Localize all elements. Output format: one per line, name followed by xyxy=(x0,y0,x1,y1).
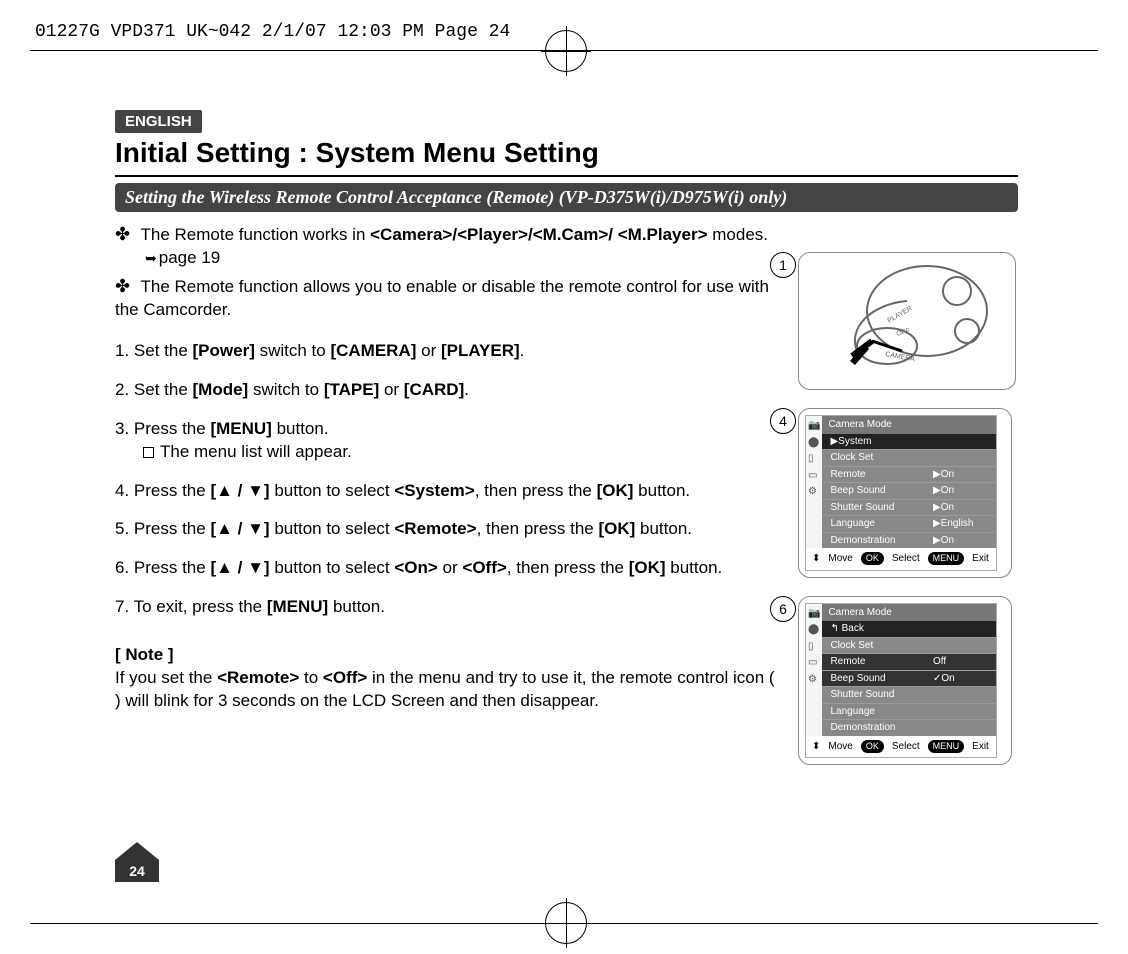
camera-mode-icon: 📷 xyxy=(808,419,820,433)
menu-row: Beep Sound▶On xyxy=(822,482,996,499)
video-icon: ▯ xyxy=(808,452,820,466)
ok-pill: OK xyxy=(861,740,884,753)
tool-icon: ⬤ xyxy=(808,436,820,450)
intro-line-1: ✤ The Remote function works in <Camera>/… xyxy=(115,222,778,270)
lcd-screen-system-menu: 📷 ⬤ ▯ ▭ ⚙ Camera Mode ▶System Clock Set xyxy=(805,415,997,571)
step-6: 6. Press the [▲ / ▼] button to select <O… xyxy=(115,557,778,580)
intro-line-2: ✤ The Remote function allows you to enab… xyxy=(115,274,778,322)
lcd-breadcrumb: ↰ Back xyxy=(822,621,996,637)
figure-column: 1 xyxy=(798,222,1018,783)
camera-mode-icon: 📷 xyxy=(808,607,820,621)
lcd-footer: ⬍ Move OK Select MENU Exit xyxy=(806,736,996,758)
gear-icon: ⚙ xyxy=(808,673,820,687)
display-icon: ▭ xyxy=(808,656,820,670)
updown-icon: ⬍ xyxy=(812,740,820,754)
registration-mark-icon xyxy=(545,30,587,72)
step-2: 2. Set the [Mode] switch to [TAPE] or [C… xyxy=(115,379,778,402)
figure-number: 4 xyxy=(770,408,796,434)
step-3: 3. Press the [MENU] button. The menu lis… xyxy=(115,418,778,464)
menu-row: Clock Set xyxy=(822,637,996,654)
language-badge: ENGLISH xyxy=(115,110,202,133)
dial-label-player: PLAYER xyxy=(887,305,914,325)
ok-pill: OK xyxy=(861,552,884,565)
menu-row: Language▶English xyxy=(822,515,996,532)
updown-icon: ⬍ xyxy=(812,552,820,566)
section-subhead: Setting the Wireless Remote Control Acce… xyxy=(115,183,1018,212)
lcd-breadcrumb: ▶System xyxy=(822,434,996,450)
registration-mark-icon xyxy=(545,902,587,944)
menu-icon-column: 📷 ⬤ ▯ ▭ ⚙ xyxy=(806,604,822,736)
figure-6: 6 📷 ⬤ ▯ ▭ ⚙ xyxy=(798,596,1018,766)
divider xyxy=(115,175,1018,177)
page-title: Initial Setting : System Menu Setting xyxy=(115,137,1018,169)
note-body: If you set the <Remote> to <Off> in the … xyxy=(115,667,778,713)
lcd-title: Camera Mode xyxy=(822,604,996,622)
print-slug: 01227G VPD371 UK~042 2/1/07 12:03 PM Pag… xyxy=(35,22,510,42)
camera-power-switch-illustration: PLAYER OFF CAMERA xyxy=(817,261,997,381)
lcd-title: Camera Mode xyxy=(822,416,996,434)
menu-row: Shutter Sound xyxy=(822,686,996,703)
page-number-badge: 24 xyxy=(115,854,159,884)
step-1: 1. Set the [Power] switch to [CAMERA] or… xyxy=(115,340,778,363)
lcd-footer: ⬍ Move OK Select MENU Exit xyxy=(806,548,996,570)
step-7: 7. To exit, press the [MENU] button. xyxy=(115,596,778,619)
figure-4: 4 📷 ⬤ ▯ ▭ ⚙ xyxy=(798,408,1018,578)
tool-icon: ⬤ xyxy=(808,623,820,637)
lcd-screen-remote-submenu: 📷 ⬤ ▯ ▭ ⚙ Camera Mode ↰ Back Clock SetR xyxy=(805,603,997,759)
gear-icon: ⚙ xyxy=(808,485,820,499)
step-4: 4. Press the [▲ / ▼] button to select <S… xyxy=(115,480,778,503)
menu-pill: MENU xyxy=(928,552,965,565)
body-text-column: ✤ The Remote function works in <Camera>/… xyxy=(115,222,778,783)
menu-row: Demonstration▶On xyxy=(822,532,996,549)
display-icon: ▭ xyxy=(808,469,820,483)
menu-row: Demonstration xyxy=(822,719,996,736)
menu-icon-column: 📷 ⬤ ▯ ▭ ⚙ xyxy=(806,416,822,548)
figure-number: 6 xyxy=(770,596,796,622)
menu-row: Beep Sound✓On xyxy=(822,670,996,687)
figure-1: 1 xyxy=(798,252,1018,390)
menu-pill: MENU xyxy=(928,740,965,753)
note-heading: [ Note ] xyxy=(115,644,778,667)
menu-row: Language xyxy=(822,703,996,720)
menu-row: Clock Set xyxy=(822,449,996,466)
menu-row: RemoteOff xyxy=(822,653,996,670)
video-icon: ▯ xyxy=(808,640,820,654)
menu-row: Remote▶On xyxy=(822,466,996,483)
figure-number: 1 xyxy=(770,252,796,278)
step-5: 5. Press the [▲ / ▼] button to select <R… xyxy=(115,518,778,541)
menu-row: Shutter Sound▶On xyxy=(822,499,996,516)
